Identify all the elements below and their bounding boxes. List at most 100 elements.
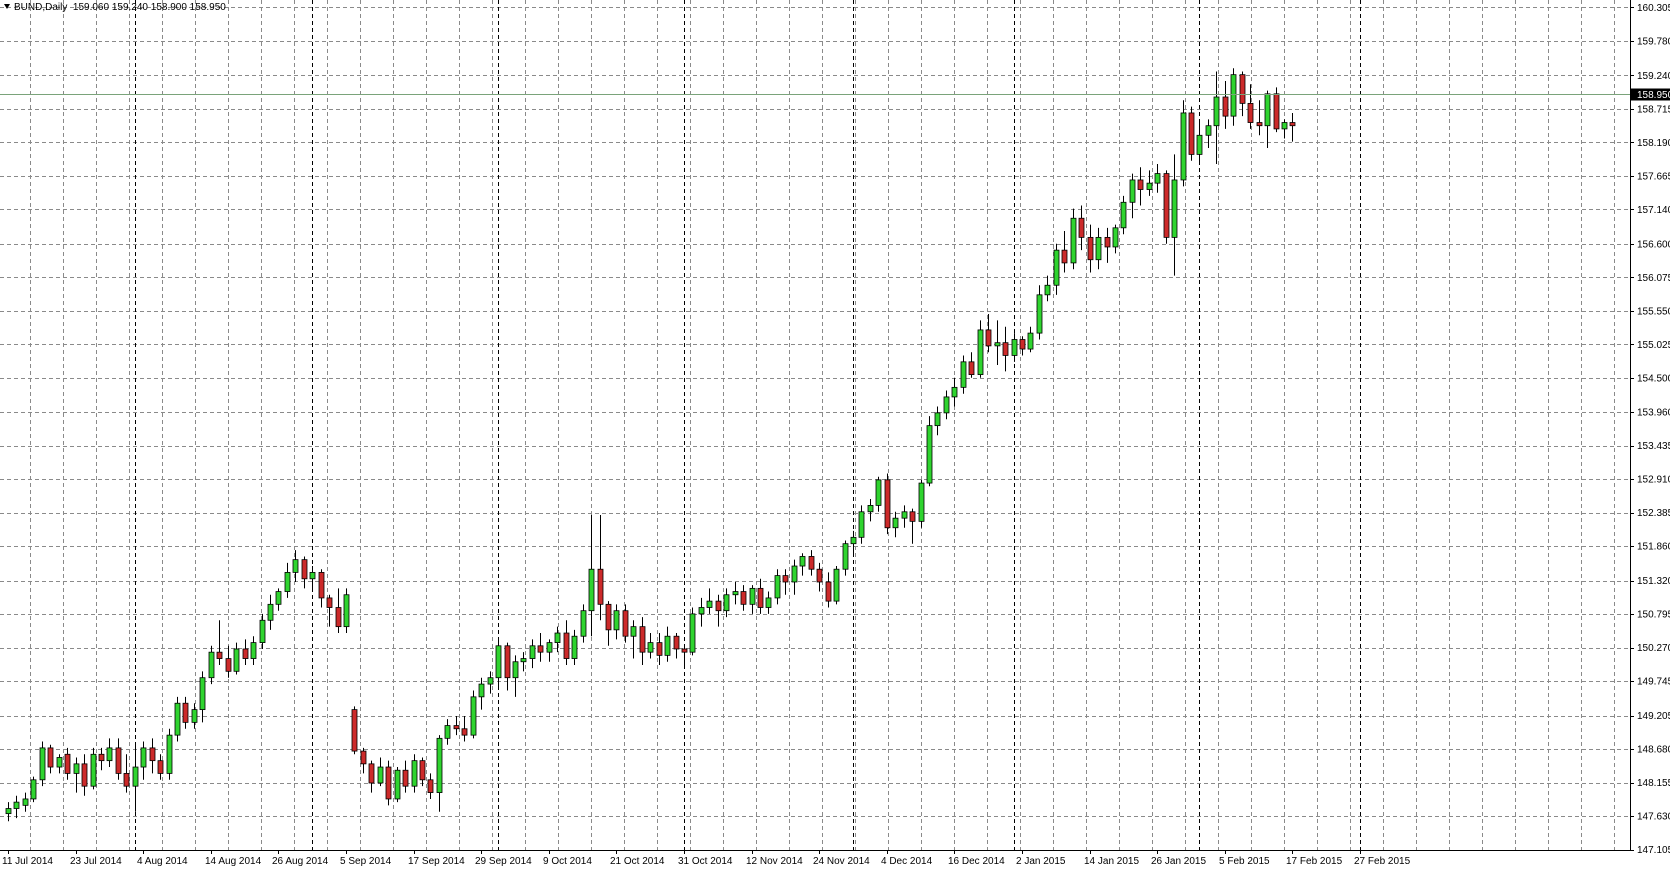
candle-up <box>850 536 857 545</box>
candle-down <box>427 779 434 793</box>
date-tick-label: 5 Sep 2014 <box>340 856 392 867</box>
candle-down <box>639 626 646 653</box>
candle-up <box>1264 93 1271 127</box>
candle-up <box>1180 112 1187 181</box>
candle-down <box>351 709 358 752</box>
symbol-label: BUND,Daily <box>14 2 68 13</box>
candle-up <box>588 568 595 612</box>
candle-up <box>994 342 1001 347</box>
candle-down <box>808 556 815 570</box>
candle-up <box>1171 179 1178 238</box>
date-tick-label: 5 Feb 2015 <box>1219 856 1270 867</box>
candle-up <box>233 648 240 672</box>
date-tick-label: 17 Sep 2014 <box>408 856 465 867</box>
candle-up <box>191 709 198 723</box>
date-tick-label: 14 Jan 2015 <box>1084 856 1139 867</box>
candle-up <box>977 329 984 375</box>
candle-up <box>1230 74 1237 117</box>
candle-down <box>216 651 223 659</box>
candle-up <box>520 658 527 663</box>
candle-up <box>208 651 215 679</box>
candle-up <box>284 572 291 592</box>
price-tick-label: 159.780 <box>1637 36 1670 47</box>
candle-down <box>1137 179 1144 190</box>
candle-down <box>123 773 130 787</box>
candle-down <box>563 632 570 659</box>
candle-down <box>335 607 342 628</box>
candle-down <box>1104 236 1111 248</box>
candle-up <box>867 505 874 513</box>
period-separators <box>135 0 1361 850</box>
candle-down <box>402 769 409 787</box>
candle-down <box>537 645 544 653</box>
candle-down <box>681 648 688 653</box>
candle-down <box>318 572 325 599</box>
candle-up <box>5 808 12 815</box>
candle-up <box>1095 236 1102 261</box>
candle-down <box>1289 122 1296 127</box>
menu-triangle-icon[interactable] <box>4 4 10 9</box>
candle-down <box>1256 122 1263 127</box>
candle-up <box>723 594 730 612</box>
candle-up <box>1120 201 1127 229</box>
candle-down <box>1061 249 1068 264</box>
axes: 160.305 159.780 159.240 158.715 158.190 157.6… <box>0 0 1670 867</box>
date-tick-label: 16 Dec 2014 <box>948 856 1005 867</box>
date-tick-label: 11 Jul 2014 <box>2 856 53 867</box>
price-tick-label: 147.630 <box>1637 812 1670 823</box>
candle-down <box>656 642 663 656</box>
candle-down <box>622 610 629 637</box>
candle-up <box>1053 249 1060 286</box>
price-tick-label: 153.435 <box>1637 441 1670 452</box>
ohlc-readout: 159.060 159.240 158.900 158.950 <box>72 2 226 13</box>
candle-down <box>98 753 105 762</box>
price-tick-label: 150.795 <box>1637 610 1670 621</box>
candle-up <box>309 572 316 580</box>
candle-down <box>909 511 916 522</box>
price-tick-label: 151.320 <box>1637 576 1670 587</box>
candle-down <box>1188 112 1195 155</box>
date-tick-label: 14 Aug 2014 <box>205 856 262 867</box>
date-tick-label: 2 Jan 2015 <box>1016 856 1066 867</box>
candle-up <box>73 763 80 774</box>
candle-down <box>782 575 789 583</box>
date-tick-label: 9 Oct 2014 <box>543 856 592 867</box>
candle-up <box>343 594 350 628</box>
candle-up <box>30 779 37 800</box>
candle-up <box>698 607 705 615</box>
candle-up <box>1196 134 1203 155</box>
price-tick-label: 157.665 <box>1637 171 1670 182</box>
candle-up <box>647 642 654 653</box>
candle-up <box>470 696 477 736</box>
candle-down <box>225 658 232 672</box>
candle-down <box>715 600 722 612</box>
price-tick-label: 153.960 <box>1637 408 1670 419</box>
candle-up <box>858 511 865 538</box>
candle-down <box>81 763 88 787</box>
candle-down <box>157 760 164 774</box>
candle-up <box>292 559 299 573</box>
candle-down <box>1222 96 1229 117</box>
candle-up <box>174 702 181 736</box>
candles <box>5 68 1296 822</box>
candle-up <box>571 635 578 659</box>
candle-up <box>1129 179 1136 203</box>
candle-down <box>816 568 823 583</box>
candle-down <box>242 648 249 659</box>
candle-up <box>833 568 840 602</box>
date-tick-label: 26 Aug 2014 <box>272 856 329 867</box>
candle-down <box>115 747 122 774</box>
price-tick-label: 149.745 <box>1637 677 1670 688</box>
price-tick-label: 156.075 <box>1637 273 1670 284</box>
candle-down <box>360 750 367 765</box>
price-tick-label: 155.550 <box>1637 306 1670 317</box>
candle-up <box>1036 294 1043 334</box>
candle-down <box>385 766 392 800</box>
candle-up <box>943 396 950 414</box>
candle-down <box>64 753 71 774</box>
candle-down <box>1163 173 1170 238</box>
candle-up <box>934 412 941 427</box>
candle-up <box>901 511 908 519</box>
candle-up <box>1070 217 1077 264</box>
price-tick-label: 158.190 <box>1637 138 1670 149</box>
